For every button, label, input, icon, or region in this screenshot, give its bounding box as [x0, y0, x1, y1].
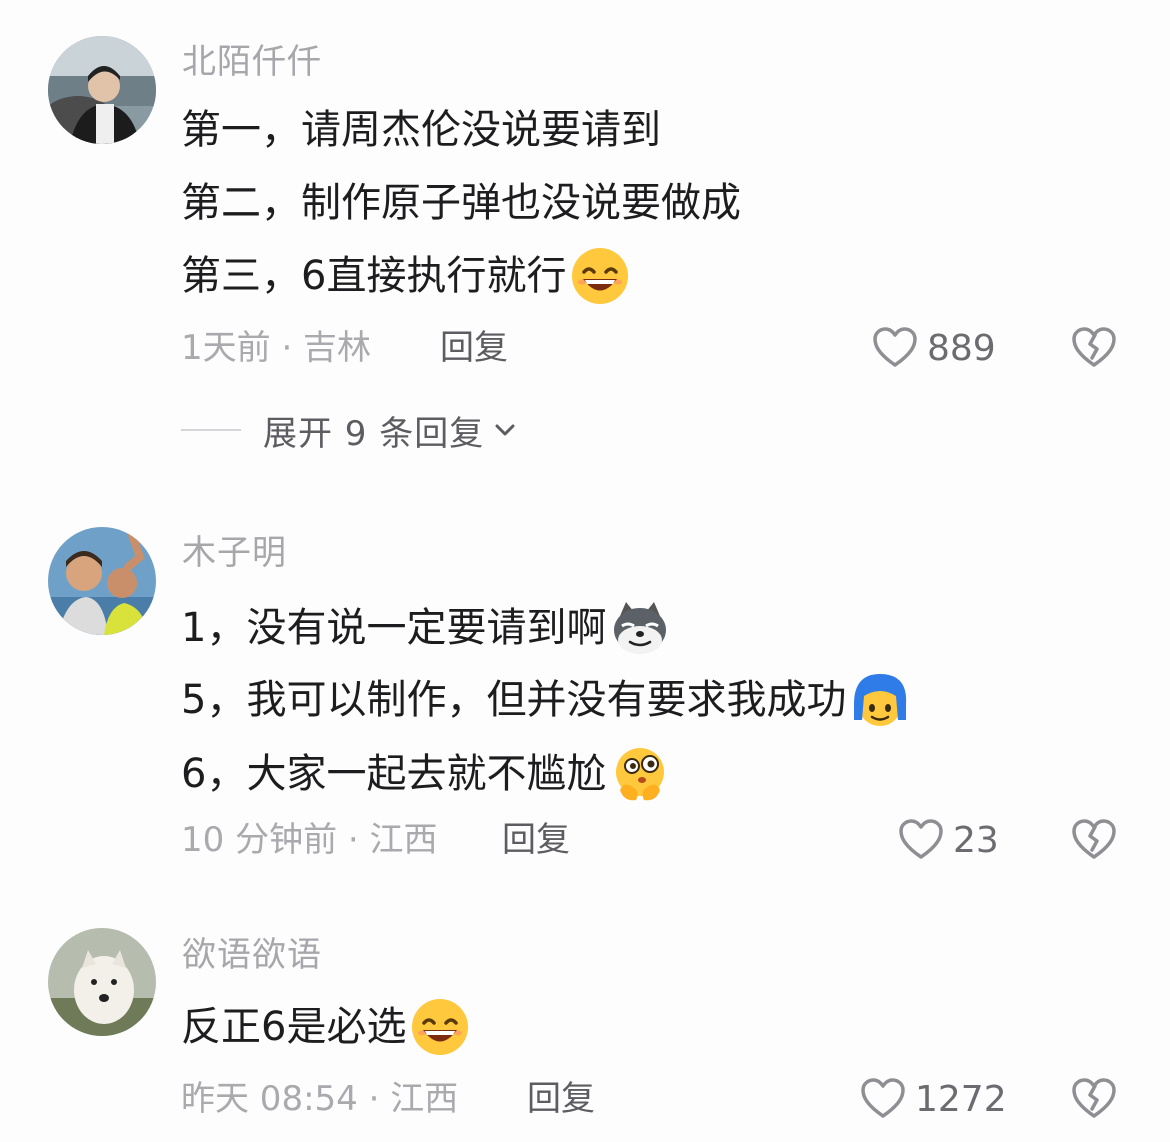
- comment-text: 6，大家一起去就不尴尬: [181, 751, 607, 797]
- comment-text-line: 反正6是必选: [181, 997, 470, 1057]
- comment-text-line: 第二，制作原子弹也没说要做成: [181, 178, 741, 228]
- username[interactable]: 北陌仟仟: [182, 42, 322, 82]
- username[interactable]: 木子明: [182, 533, 287, 573]
- like-count: 889: [927, 327, 996, 369]
- comment-time-location: 10 分钟前 · 江西: [181, 820, 438, 860]
- like-button[interactable]: 23: [897, 816, 999, 864]
- user-avatar[interactable]: [48, 36, 156, 144]
- comment-text-line: 1，没有说一定要请到啊: [181, 598, 670, 658]
- broken-heart-icon: [1072, 327, 1116, 367]
- user-avatar[interactable]: [48, 928, 156, 1036]
- like-count: 1272: [915, 1078, 1007, 1120]
- divider: [181, 429, 241, 431]
- user-avatar[interactable]: [48, 527, 156, 635]
- expand-replies-button[interactable]: 展开 9 条回复: [181, 408, 520, 454]
- dislike-button[interactable]: [1070, 1075, 1118, 1123]
- reply-button[interactable]: 回复: [527, 1079, 595, 1119]
- dislike-button[interactable]: [1070, 816, 1118, 864]
- comment-text-line: 第一，请周杰伦没说要请到: [181, 105, 661, 155]
- comment-text: 第二，制作原子弹也没说要做成: [181, 180, 741, 226]
- comment-text: 第一，请周杰伦没说要请到: [181, 107, 661, 153]
- heart-icon: [861, 1078, 905, 1118]
- comment-text-line: 第三，6直接执行就行: [181, 246, 630, 306]
- wolf-emoji-icon: [610, 598, 670, 658]
- comment-time-location: 1天前 · 吉林: [181, 328, 372, 368]
- comment-text: 反正6是必选: [181, 1004, 407, 1050]
- like-button[interactable]: 1272: [859, 1075, 1007, 1123]
- grin-emoji-icon: [570, 246, 630, 306]
- username[interactable]: 欲语欲语: [182, 935, 322, 975]
- comment-text: 第三，6直接执行就行: [181, 253, 567, 299]
- broken-heart-icon: [1072, 1078, 1116, 1118]
- chevron-down-icon: [495, 424, 515, 436]
- broken-heart-icon: [1072, 819, 1116, 859]
- comment-text: 5，我可以制作，但并没有要求我成功: [181, 677, 847, 723]
- grin-emoji-icon: [410, 997, 470, 1057]
- like-count: 23: [953, 819, 999, 861]
- dislike-button[interactable]: [1070, 324, 1118, 372]
- comment-text: 1，没有说一定要请到啊: [181, 605, 607, 651]
- blue-hair-emoji-icon: [850, 670, 910, 730]
- reply-button[interactable]: 回复: [502, 820, 570, 860]
- thinking-emoji-icon: [610, 744, 670, 804]
- expand-replies-label: 展开 9 条回复: [263, 413, 485, 454]
- comment-time-location: 昨天 08:54 · 江西: [181, 1079, 459, 1119]
- like-button[interactable]: 889: [871, 324, 996, 372]
- reply-button[interactable]: 回复: [440, 328, 508, 368]
- heart-icon: [873, 327, 917, 367]
- comment-text-line: 5，我可以制作，但并没有要求我成功: [181, 670, 910, 730]
- heart-icon: [899, 819, 943, 859]
- comment-text-line: 6，大家一起去就不尴尬: [181, 744, 670, 804]
